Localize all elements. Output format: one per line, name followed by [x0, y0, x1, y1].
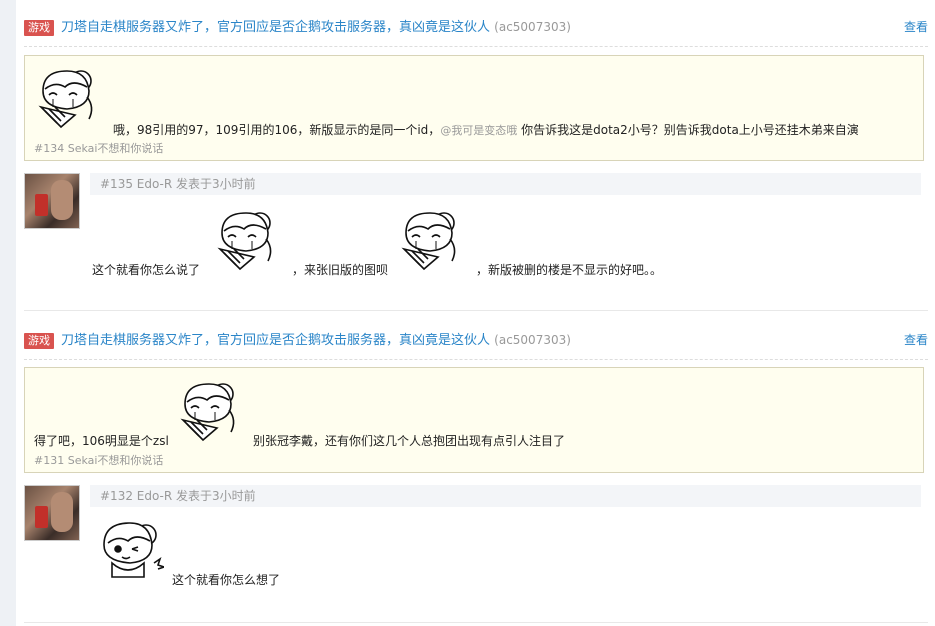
post-header: 游戏 刀塔自走棋服务器又炸了，官方回应是否企鹅攻击服务器，真凶竟是这伙人 (ac… — [24, 0, 928, 47]
reply-text: 这个就看你怎么说了 — [92, 263, 201, 277]
user-mention-link[interactable]: @我可是变态哦 — [440, 124, 517, 137]
emoticon-icon — [402, 211, 457, 271]
view-link[interactable]: 查看 — [904, 18, 928, 36]
avatar[interactable] — [24, 173, 80, 229]
quoted-comment: 得了吧，106明显是个zsl 别张冠李戴，还有你们这几个人总抱团出现有点引人注目… — [24, 367, 924, 473]
emoticon-icon — [102, 521, 164, 579]
comment-block: 游戏 刀塔自走棋服务器又炸了，官方回应是否企鹅攻击服务器，真凶竟是这伙人 (ac… — [24, 0, 935, 312]
divider — [24, 622, 928, 623]
category-tag: 游戏 — [24, 333, 54, 349]
content-panel: 游戏 刀塔自走棋服务器又炸了，官方回应是否企鹅攻击服务器，真凶竟是这伙人 (ac… — [16, 0, 935, 626]
post-header: 游戏 刀塔自走棋服务器又炸了，官方回应是否企鹅攻击服务器，真凶竟是这伙人 (ac… — [24, 313, 928, 360]
emoticon-icon — [218, 211, 273, 271]
quote-body: 哦，98引用的97，109引用的106，新版显示的是同一个id，@我可是变态哦 … — [113, 123, 859, 137]
view-link[interactable]: 查看 — [904, 331, 928, 349]
reply-text: 这个就看你怎么想了 — [172, 573, 281, 587]
quote-meta: #134 Sekai不想和你说话 — [34, 142, 164, 155]
quote-body: 别张冠李戴，还有你们这几个人总抱团出现有点引人注目了 — [253, 434, 566, 448]
reply-text: ，来张旧版的图呗 — [292, 263, 389, 277]
post-title-link[interactable]: 刀塔自走棋服务器又炸了，官方回应是否企鹅攻击服务器，真凶竟是这伙人 (ac500… — [61, 331, 571, 350]
quote-meta: #131 Sekai不想和你说话 — [34, 454, 164, 467]
emoticon-icon — [39, 69, 94, 129]
divider — [24, 310, 928, 311]
comment-block: 游戏 刀塔自走棋服务器又炸了，官方回应是否企鹅攻击服务器，真凶竟是这伙人 (ac… — [24, 313, 935, 626]
post-title-link[interactable]: 刀塔自走棋服务器又炸了，官方回应是否企鹅攻击服务器，真凶竟是这伙人 (ac500… — [61, 18, 571, 37]
reply-text: ，新版被删的楼是不显示的好吧。。 — [476, 263, 663, 277]
emoticon-icon — [181, 382, 236, 442]
quote-body: 得了吧，106明显是个zsl — [34, 434, 169, 448]
quoted-comment: 哦，98引用的97，109引用的106，新版显示的是同一个id，@我可是变态哦 … — [24, 55, 924, 161]
avatar[interactable] — [24, 485, 80, 541]
reply-meta: #135 Edo-R 发表于3小时前 — [90, 173, 921, 195]
category-tag: 游戏 — [24, 20, 54, 36]
reply-meta: #132 Edo-R 发表于3小时前 — [90, 485, 921, 507]
